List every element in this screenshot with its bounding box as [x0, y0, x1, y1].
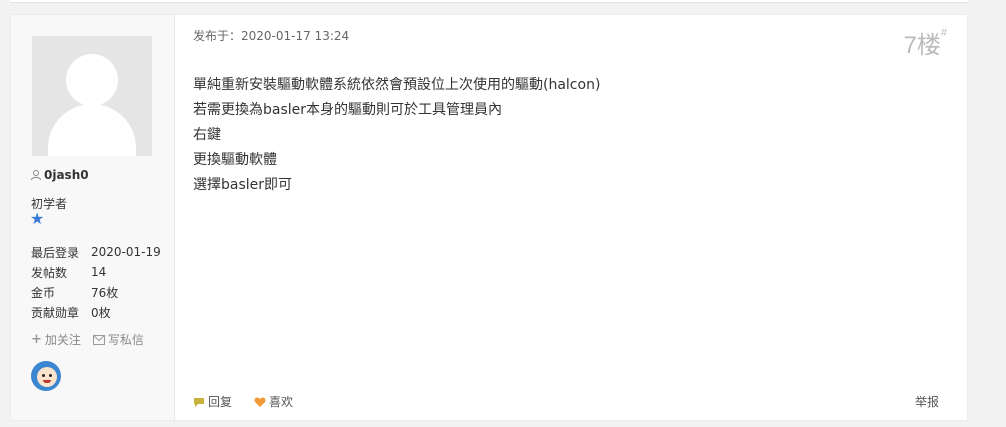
medal-eye: [49, 374, 52, 377]
user-icon: [31, 170, 41, 181]
post-body: 單純重新安裝驅動軟體系統依然會預設位上次使用的驅動(halcon) 若需更換為b…: [193, 73, 600, 198]
user-actions: + 加关注 写私信: [31, 331, 144, 348]
username-row: 0jash0: [30, 168, 89, 182]
follow-button[interactable]: + 加关注: [31, 331, 81, 348]
post-meta: 发布于：2020-01-17 13:24: [193, 29, 350, 43]
stat-row: 最后登录 2020-01-19: [31, 242, 161, 262]
stat-value: 0枚: [91, 305, 111, 320]
stat-value: 76枚: [91, 285, 119, 300]
message-label: 写私信: [107, 333, 144, 347]
message-button[interactable]: 写私信: [92, 331, 144, 348]
floor-mark: #: [940, 27, 947, 39]
post-content: 发布于：2020-01-17 13:24 7楼# 單純重新安裝驅動軟體系統依然會…: [175, 15, 967, 420]
avatar[interactable]: [32, 36, 152, 156]
stat-row: 贡献勋章 0枚: [31, 302, 161, 322]
user-sidebar: 0jash0 初学者 ★ 最后登录 2020-01-19 发帖数 14 金币 7…: [11, 15, 175, 420]
medal-eye: [42, 374, 45, 377]
floor-number[interactable]: 7楼#: [904, 25, 947, 60]
user-stats: 最后登录 2020-01-19 发帖数 14 金币 76枚 贡献勋章 0枚: [31, 242, 161, 322]
post-line: 若需更換為basler本身的驅動則可於工具管理員內: [193, 102, 503, 118]
like-label: 喜欢: [269, 395, 294, 409]
stat-label: 金币: [31, 285, 56, 300]
previous-post-card: [10, 0, 968, 3]
reply-button[interactable]: 回复: [193, 393, 232, 410]
avatar-body: [48, 104, 136, 156]
medal-icon[interactable]: [31, 361, 61, 391]
reply-label: 回复: [208, 395, 233, 409]
plus-icon: +: [31, 332, 42, 347]
stat-value: 2020-01-19: [91, 245, 161, 259]
follow-label: 加关注: [44, 333, 81, 347]
stat-row: 金币 76枚: [31, 282, 161, 302]
stat-label: 贡献勋章: [31, 305, 80, 320]
stat-row: 发帖数 14: [31, 262, 161, 282]
star-icon: ★: [30, 209, 45, 228]
floor-label: 7楼: [903, 32, 941, 59]
stat-value[interactable]: 14: [91, 262, 161, 282]
post-line: 右鍵: [193, 127, 221, 143]
heart-icon: [254, 397, 266, 407]
medal-face: [37, 367, 57, 387]
like-button[interactable]: 喜欢: [254, 393, 293, 410]
post-line: 單純重新安裝驅動軟體系統依然會預設位上次使用的驅動(halcon): [193, 77, 601, 93]
report-button[interactable]: 举报: [915, 393, 939, 410]
post-actions: 回复 喜欢: [193, 393, 293, 410]
avatar-head: [66, 54, 118, 106]
reply-icon: [194, 397, 204, 407]
username[interactable]: 0jash0: [44, 168, 89, 182]
post-line: 選擇basler即可: [193, 177, 293, 193]
forum-post: 0jash0 初学者 ★ 最后登录 2020-01-19 发帖数 14 金币 7…: [10, 14, 968, 421]
post-line: 更換驅動軟體: [193, 152, 277, 168]
mail-icon: [92, 334, 105, 345]
stat-label: 发帖数: [31, 265, 68, 280]
stat-label: 最后登录: [31, 245, 80, 260]
